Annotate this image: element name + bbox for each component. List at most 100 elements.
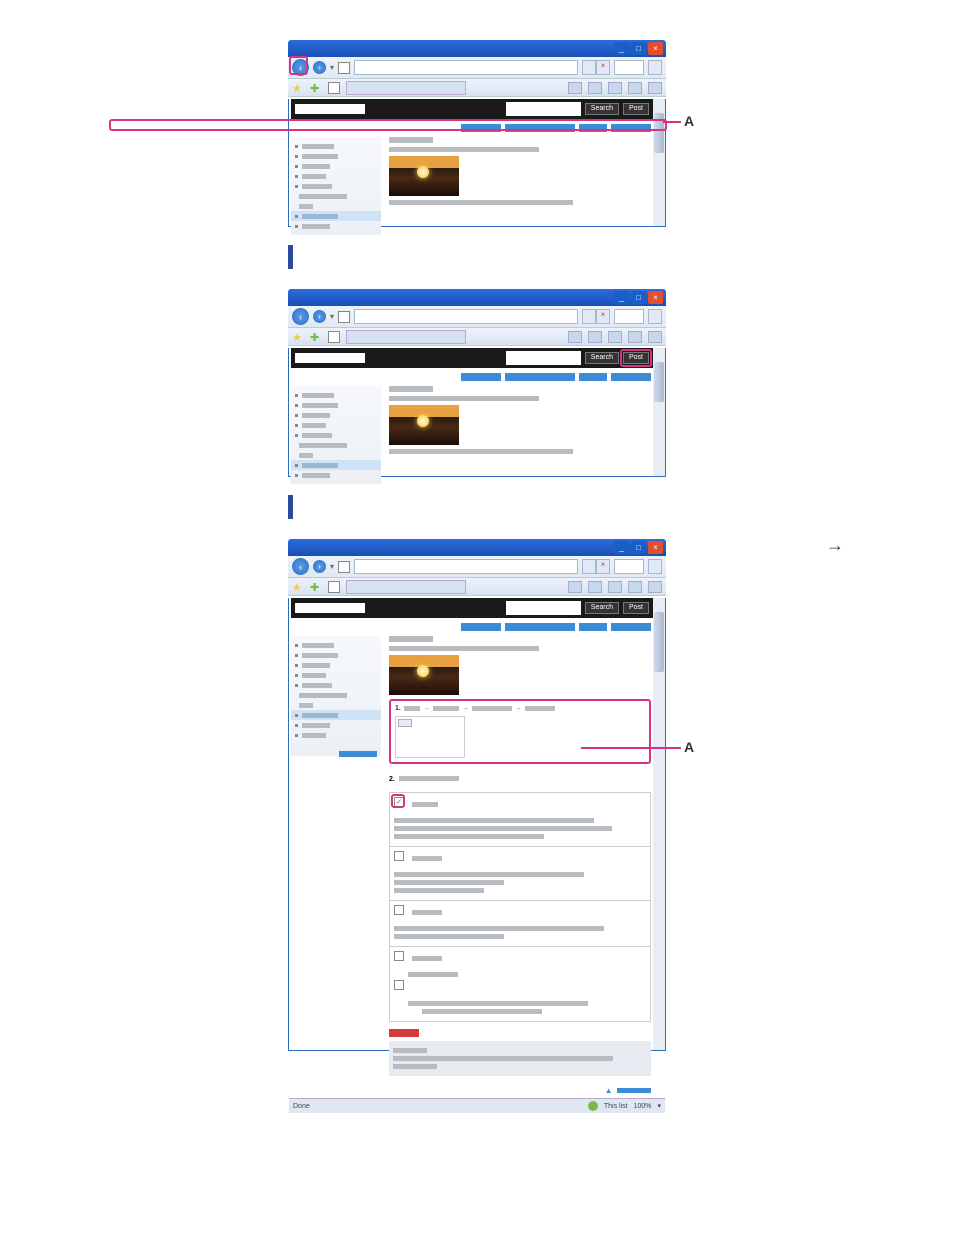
annotation-label-a: A <box>684 739 694 755</box>
article-photo <box>389 405 459 445</box>
print-icon[interactable] <box>608 82 622 94</box>
page-content: Search Post <box>288 348 666 477</box>
tab-link[interactable] <box>461 623 501 631</box>
search-button[interactable]: Search <box>585 103 619 115</box>
site-search[interactable] <box>506 102 581 116</box>
sidebar-link[interactable] <box>339 751 377 757</box>
page-menu-icon[interactable] <box>628 581 642 593</box>
feed-icon[interactable] <box>588 331 602 343</box>
home-icon[interactable] <box>568 581 582 593</box>
sidebar <box>291 386 381 484</box>
globe-icon <box>588 1101 598 1111</box>
upload-button[interactable] <box>398 719 412 727</box>
browser-tab[interactable] <box>346 330 466 344</box>
stop-button[interactable]: × <box>596 559 610 574</box>
summary-block <box>389 1029 651 1076</box>
tab-link[interactable] <box>461 373 501 381</box>
forward-button[interactable]: › <box>313 61 326 74</box>
meta-row <box>389 946 651 1022</box>
refresh-button[interactable] <box>582 60 596 75</box>
post-button[interactable]: Post <box>623 602 649 614</box>
tools-icon[interactable] <box>648 82 662 94</box>
add-fav-icon[interactable]: ✚ <box>310 82 322 94</box>
back-button[interactable]: ‹ <box>292 558 309 575</box>
maximize-button[interactable]: □ <box>631 291 646 304</box>
address-bar[interactable] <box>354 309 578 324</box>
nav-row: ‹ › ▾ × <box>288 57 666 79</box>
minimize-button[interactable]: _ <box>614 291 629 304</box>
tab-link[interactable] <box>505 373 575 381</box>
back-to-top-link[interactable] <box>617 1088 651 1093</box>
maximize-button[interactable]: □ <box>631 42 646 55</box>
browser-search[interactable] <box>614 309 644 324</box>
checkbox[interactable] <box>394 851 404 861</box>
tools-icon[interactable] <box>648 581 662 593</box>
meta-row <box>389 846 651 901</box>
favorites-icon[interactable]: ★ <box>292 82 304 94</box>
tab-link[interactable] <box>579 373 607 381</box>
back-to-top-icon[interactable]: ▲ <box>605 1086 613 1095</box>
tab-link[interactable] <box>611 373 651 381</box>
home-icon[interactable] <box>568 82 582 94</box>
browser-search[interactable] <box>614 60 644 75</box>
refresh-button[interactable] <box>582 559 596 574</box>
section-marker <box>288 245 293 269</box>
stop-button[interactable]: × <box>596 60 610 75</box>
close-button[interactable]: × <box>648 42 663 55</box>
annotation-line <box>663 121 681 123</box>
tab-link[interactable] <box>611 623 651 631</box>
page-menu-icon[interactable] <box>628 82 642 94</box>
maximize-button[interactable]: □ <box>631 541 646 554</box>
refresh-button[interactable] <box>582 309 596 324</box>
scrollbar[interactable] <box>653 348 665 476</box>
post-button[interactable]: Post <box>623 103 649 115</box>
browser-search[interactable] <box>614 559 644 574</box>
scrollbar[interactable] <box>653 598 665 1050</box>
back-button[interactable]: ‹ <box>292 308 309 325</box>
add-fav-icon[interactable]: ✚ <box>310 581 322 593</box>
go-button[interactable] <box>648 559 662 574</box>
article-photo <box>389 156 459 196</box>
browser-tab[interactable] <box>346 81 466 95</box>
add-fav-icon[interactable]: ✚ <box>310 331 322 343</box>
close-button[interactable]: × <box>648 541 663 554</box>
checkbox[interactable] <box>394 951 404 961</box>
minimize-button[interactable]: _ <box>614 42 629 55</box>
go-button[interactable] <box>648 60 662 75</box>
tab-link[interactable] <box>579 623 607 631</box>
favorites-icon[interactable]: ★ <box>292 331 304 343</box>
home-icon[interactable] <box>568 331 582 343</box>
address-bar[interactable] <box>354 60 578 75</box>
tab-page-icon <box>328 82 340 94</box>
page-icon <box>338 561 350 573</box>
main-content <box>389 137 651 235</box>
forward-button[interactable]: › <box>313 310 326 323</box>
page-content: Search Post <box>288 99 666 227</box>
minimize-button[interactable]: _ <box>614 541 629 554</box>
sidebar <box>291 137 381 235</box>
search-button[interactable]: Search <box>585 602 619 614</box>
address-bar[interactable] <box>354 559 578 574</box>
print-icon[interactable] <box>608 581 622 593</box>
tab-link[interactable] <box>505 623 575 631</box>
browser-tab[interactable] <box>346 580 466 594</box>
favorites-icon[interactable]: ★ <box>292 581 304 593</box>
checkbox[interactable] <box>394 905 404 915</box>
feed-icon[interactable] <box>588 82 602 94</box>
feed-icon[interactable] <box>588 581 602 593</box>
window-titlebar: _ □ × <box>288 539 666 556</box>
site-search[interactable] <box>506 351 581 365</box>
nav-row: ‹ › ▾ × <box>288 556 666 578</box>
print-icon[interactable] <box>608 331 622 343</box>
close-button[interactable]: × <box>648 291 663 304</box>
site-search[interactable] <box>506 601 581 615</box>
go-button[interactable] <box>648 309 662 324</box>
photo-dropzone[interactable] <box>395 716 465 758</box>
tools-icon[interactable] <box>648 331 662 343</box>
stop-button[interactable]: × <box>596 309 610 324</box>
page-menu-icon[interactable] <box>628 331 642 343</box>
forward-button[interactable]: › <box>313 560 326 573</box>
checkbox[interactable] <box>394 980 404 990</box>
error-label <box>389 1029 419 1037</box>
search-button[interactable]: Search <box>585 352 619 364</box>
